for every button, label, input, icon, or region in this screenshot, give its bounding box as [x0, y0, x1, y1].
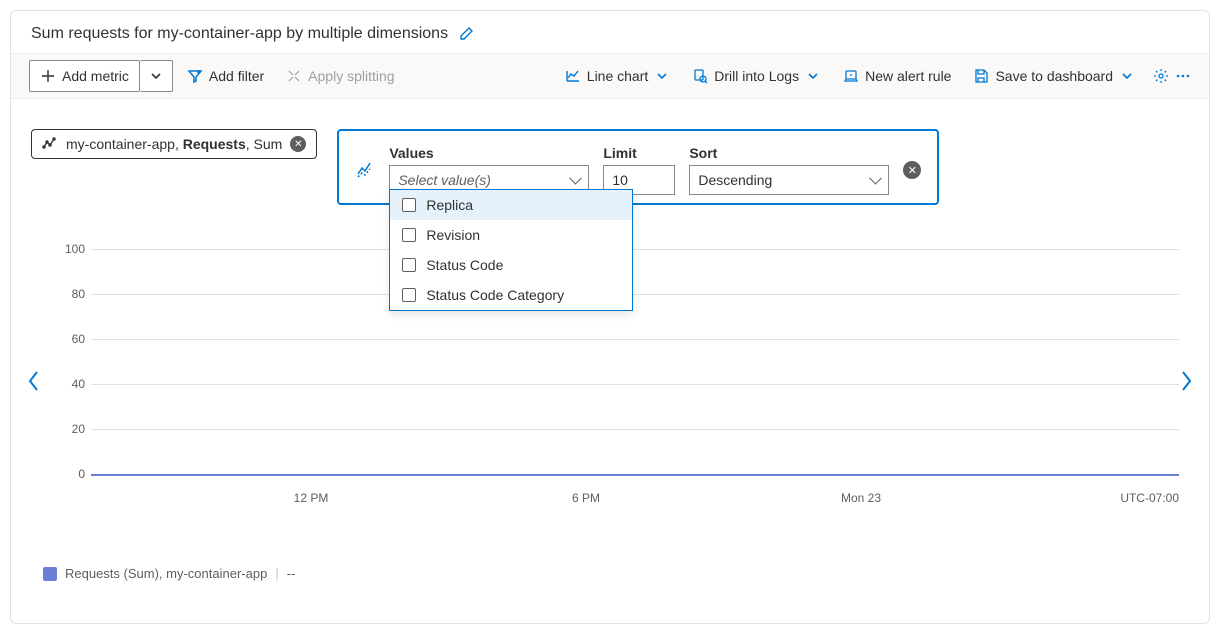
logs-icon — [692, 68, 708, 84]
add-metric-button[interactable]: Add metric — [29, 60, 140, 92]
gridline — [91, 384, 1179, 385]
x-tick-label: 6 PM — [572, 491, 600, 505]
add-metric-chevron[interactable] — [140, 60, 173, 92]
y-tick-label: 80 — [61, 287, 85, 301]
legend-text: Requests (Sum), my-container-app — [65, 566, 267, 581]
legend-swatch — [43, 567, 57, 581]
chevron-down-icon — [805, 68, 821, 84]
sort-label: Sort — [689, 145, 889, 161]
split-icon — [286, 68, 302, 84]
metric-chip-text: my-container-app, Requests, Sum — [66, 136, 282, 152]
toolbar: Add metric Add filter Apply splitting Li… — [11, 53, 1209, 99]
chart-type-label: Line chart — [587, 68, 648, 84]
settings-icon[interactable] — [1153, 68, 1169, 84]
values-option[interactable]: Replica — [390, 190, 632, 220]
new-alert-button[interactable]: New alert rule — [835, 64, 959, 88]
chart-type-button[interactable]: Line chart — [557, 64, 678, 88]
split-panel-icon — [355, 160, 375, 180]
x-tick-label: 12 PM — [294, 491, 329, 505]
values-option[interactable]: Revision — [390, 220, 632, 250]
chevron-down-icon — [148, 68, 164, 84]
metric-chip[interactable]: my-container-app, Requests, Sum ✕ — [31, 129, 317, 159]
apply-splitting-button: Apply splitting — [278, 64, 402, 88]
y-tick-label: 60 — [61, 332, 85, 346]
checkbox-icon — [402, 228, 416, 242]
gridline — [91, 294, 1179, 295]
remove-splitting-button[interactable]: ✕ — [903, 161, 921, 179]
gridline — [91, 249, 1179, 250]
save-icon — [973, 68, 989, 84]
splitting-panel: Values Select value(s) Limit Sort Descen… — [337, 129, 939, 205]
chevron-down-icon — [1119, 68, 1135, 84]
limit-label: Limit — [603, 145, 675, 161]
filter-icon — [187, 68, 203, 84]
page-title: Sum requests for my-container-app by mul… — [31, 25, 448, 43]
gridline — [91, 429, 1179, 430]
new-alert-label: New alert rule — [865, 68, 951, 84]
metrics-card: Sum requests for my-container-app by mul… — [10, 10, 1210, 624]
plus-icon — [40, 68, 56, 84]
metric-icon — [42, 136, 58, 152]
values-option[interactable]: Status Code Category — [390, 280, 632, 310]
checkbox-icon — [402, 198, 416, 212]
line-chart-icon — [565, 68, 581, 84]
values-dropdown: Replica Revision Status Code Status Code… — [389, 189, 633, 311]
chevron-down-icon — [654, 68, 670, 84]
values-label: Values — [389, 145, 589, 161]
gridline — [91, 339, 1179, 340]
save-dashboard-label: Save to dashboard — [995, 68, 1113, 84]
chart-series-line — [91, 474, 1179, 476]
y-tick-label: 40 — [61, 377, 85, 391]
legend-value: -- — [287, 566, 296, 581]
timezone-label: UTC-07:00 — [1120, 491, 1179, 505]
add-filter-button[interactable]: Add filter — [179, 64, 272, 88]
add-metric-label: Add metric — [62, 68, 129, 84]
remove-metric-button[interactable]: ✕ — [290, 136, 306, 152]
save-dashboard-button[interactable]: Save to dashboard — [965, 64, 1143, 88]
edit-title-icon[interactable] — [458, 26, 474, 42]
checkbox-icon — [402, 258, 416, 272]
chart-body: my-container-app, Requests, Sum ✕ Values… — [11, 99, 1209, 601]
x-tick-label: Mon 23 — [841, 491, 881, 505]
y-tick-label: 20 — [61, 422, 85, 436]
apply-splitting-label: Apply splitting — [308, 68, 394, 84]
sort-select[interactable]: Descending — [689, 165, 889, 195]
title-row: Sum requests for my-container-app by mul… — [11, 11, 1209, 53]
checkbox-icon — [402, 288, 416, 302]
y-tick-label: 0 — [61, 467, 85, 481]
more-icon[interactable] — [1175, 68, 1191, 84]
values-option[interactable]: Status Code — [390, 250, 632, 280]
y-tick-label: 100 — [61, 242, 85, 256]
drill-logs-button[interactable]: Drill into Logs — [684, 64, 829, 88]
chart-prev-button[interactable] — [19, 362, 49, 406]
drill-logs-label: Drill into Logs — [714, 68, 799, 84]
alert-icon — [843, 68, 859, 84]
legend: Requests (Sum), my-container-app | -- — [43, 566, 295, 581]
add-filter-label: Add filter — [209, 68, 264, 84]
